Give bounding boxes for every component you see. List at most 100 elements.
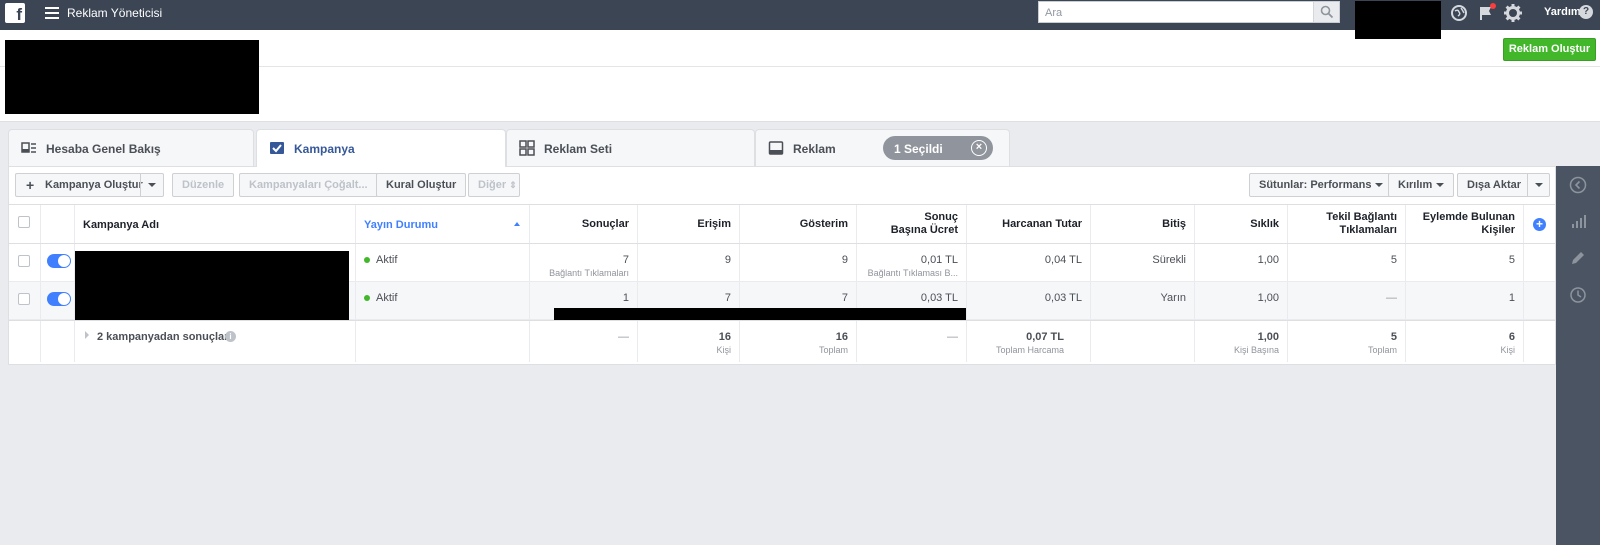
search-box[interactable]: Ara [1038,1,1340,23]
summary-results: — [530,321,638,362]
search-icon [1320,5,1334,19]
clear-selection-icon[interactable]: × [971,140,987,156]
create-rule-button[interactable]: Kural Oluştur [376,173,467,197]
row-checkbox[interactable] [18,293,30,305]
pencil-icon[interactable] [1569,249,1587,267]
col-people-taking-action[interactable]: Eylemde Bulunan Kişiler [1406,205,1524,243]
col-reach[interactable]: Erişim [638,205,740,243]
search-input[interactable]: Ara [1045,7,1062,19]
tab-campaign[interactable]: Kampanya [256,129,506,167]
columns-button[interactable]: Sütunlar: Performans [1249,173,1394,197]
status-dot-icon [364,295,370,302]
summary-frequency: 1,00 Kişi Başına [1195,321,1288,362]
add-column-cell: + [1524,205,1555,243]
redacted-campaign-name [75,282,349,320]
summary-label-cell[interactable]: 2 kampanyadan sonuçlar i [75,321,356,362]
breakdown-label: Kırılım [1398,179,1433,191]
summary-unique-link-clicks: 5 Toplam [1288,321,1406,362]
tab-account-overview[interactable]: Hesaba Genel Bakış [8,129,254,166]
export-button[interactable]: Dışa Aktar [1457,173,1550,197]
info-icon[interactable]: i [225,331,236,342]
duplicate-campaigns-button[interactable]: Kampanyaları Çoğalt... [239,173,378,197]
col-results[interactable]: Sonuçlar [530,205,638,243]
collapse-left-icon[interactable] [1569,176,1587,194]
ends-cell: Yarın [1091,282,1195,319]
status-dot-icon [364,257,370,264]
sort-asc-icon [514,222,520,226]
col-cost-per-result[interactable]: Sonuç Başına Ücret [857,205,967,243]
impressions-cell: 9 [740,244,857,281]
facebook-logo-icon[interactable]: f [5,3,25,24]
export-label: Dışa Aktar [1467,179,1522,191]
col-frequency[interactable]: Sıklık [1195,205,1288,243]
campaign-name-cell[interactable] [75,244,356,285]
campaign-toggle[interactable] [47,254,71,268]
other-button[interactable]: Diğer ⇕ [468,173,520,197]
help-icon[interactable]: ? [1579,5,1593,19]
tab-label: Reklam Seti [544,142,613,156]
flag-notification-icon[interactable] [1476,3,1496,23]
summary-reach: 16 Kişi [638,321,740,362]
row-checkbox[interactable] [18,255,30,267]
plus-icon: + [26,177,35,193]
redacted-account-box [1355,1,1441,39]
add-column-icon[interactable]: + [1533,218,1546,231]
delivery-cell: Aktif [356,244,530,281]
create-ad-button[interactable]: Reklam Oluştur [1503,38,1596,61]
col-ends[interactable]: Bitiş [1091,205,1195,243]
frequency-cell: 1,00 [1195,282,1288,319]
clock-icon[interactable] [1569,286,1587,304]
summary-amount-spent: 0,07 TL Toplam Harcama [967,321,1091,362]
col-amount-spent[interactable]: Harcanan Tutar [967,205,1091,243]
redacted-campaign-name [75,251,349,285]
col-unique-link-clicks[interactable]: Tekil Bağlantı Tıklamaları [1288,205,1406,243]
select-all-cell [9,205,41,243]
campaign-name-cell[interactable] [75,282,356,320]
help-link[interactable]: Yardım [1544,6,1581,18]
checkbox-checked-icon [270,142,284,154]
summary-people-taking-action: 6 Kişi [1406,321,1524,362]
table-row[interactable]: Aktif 7 Bağlantı Tıklamaları 9 9 0,01 TL B… [9,244,1555,285]
cost-per-result-cell: 0,01 TL Bağlantı Tıklaması B... [857,244,967,281]
unique-link-clicks-cell: 5 [1288,244,1406,281]
col-delivery[interactable]: Yayın Durumu [356,205,530,243]
col-impressions[interactable]: Gösterim [740,205,857,243]
chevron-down-icon [1375,183,1384,188]
select-all-checkbox[interactable] [18,216,30,228]
tab-label: Hesaba Genel Bakış [46,142,161,156]
sort-updown-icon: ⇕ [509,180,517,190]
amount-spent-cell: 0,03 TL [967,282,1091,319]
menu-icon[interactable] [45,7,59,19]
other-label: Diğer [478,179,507,191]
create-campaign-button[interactable]: + Kampanya Oluştur [15,173,164,197]
results-cell: 7 Bağlantı Tıklamaları [530,244,638,281]
breakdown-button[interactable]: Kırılım [1388,173,1455,197]
account-header: Reklam Oluştur [0,30,1600,122]
selection-pill[interactable]: 1 Seçildi × [883,136,993,160]
edit-button[interactable]: Düzenle [172,173,235,197]
tab-ad-set[interactable]: Reklam Seti [506,129,755,166]
summary-label: 2 kampanyadan sonuçlar [97,331,229,343]
app-title[interactable]: Reklam Yöneticisi [67,6,162,20]
summary-row: 2 kampanyadan sonuçlar i — 16 Kişi 16 Topl… [9,320,1555,362]
search-button[interactable] [1313,2,1339,22]
export-dropdown[interactable] [1527,174,1550,196]
table-row[interactable]: Aktif 1 7 7 0,03 TL 0,03 TL Yarın 1,00 —… [9,282,1555,320]
ends-cell: Sürekli [1091,244,1195,281]
chevron-down-icon [1535,183,1543,187]
expand-triangle-icon[interactable] [85,331,89,339]
bar-chart-icon[interactable] [1569,212,1587,230]
right-side-rail [1556,166,1600,545]
top-bar: f Reklam Yöneticisi Ara Yardım ? [0,0,1600,39]
selection-count: 1 Seçildi [894,142,943,156]
people-taking-action-cell: 5 [1406,244,1524,281]
create-campaign-dropdown[interactable] [140,174,164,196]
col-campaign-name[interactable]: Kampanya Adı [75,205,356,243]
chevron-down-icon [1436,183,1445,188]
globe-icon[interactable] [1449,3,1469,23]
delivery-status: Aktif [376,292,398,304]
campaign-toggle[interactable] [47,292,71,306]
redacted-subtitle-bar [554,308,966,320]
tab-label: Reklam [793,142,836,156]
gear-icon[interactable] [1503,3,1523,23]
